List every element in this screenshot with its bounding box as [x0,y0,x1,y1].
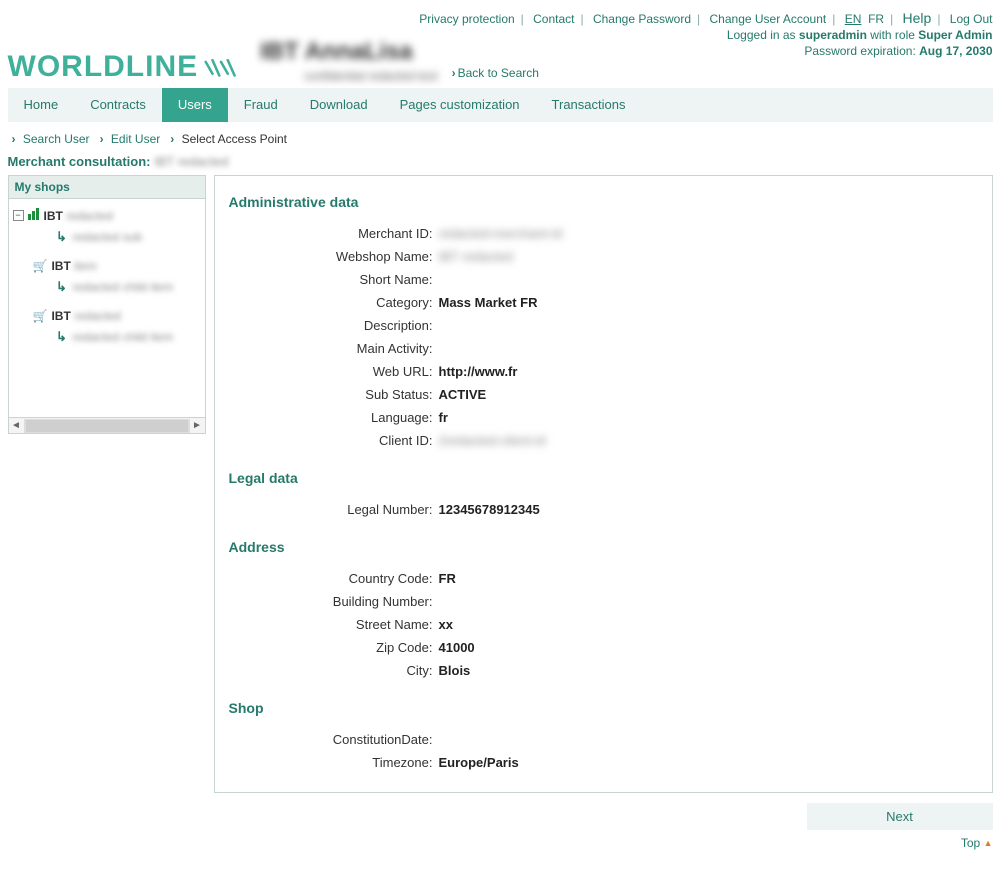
worldline-logo: WORLDLINE [8,50,239,84]
language-value: fr [439,410,448,425]
category-value: Mass Market FR [439,295,538,310]
tree-horizontal-scrollbar[interactable]: ◄ ► [9,417,205,433]
section-address: Address [229,539,978,555]
change-password-link[interactable]: Change Password [593,12,691,26]
tree-shop-node[interactable]: 🛒 IBT item [13,256,201,276]
cart-icon: 🛒 [33,309,48,323]
field-label: Category: [229,295,439,310]
web-url-value: http://www.fr [439,364,518,379]
back-to-search-link[interactable]: Back to Search [458,66,539,80]
chevron-right-icon: › [452,66,456,80]
privacy-link[interactable]: Privacy protection [419,12,514,26]
field-label: Zip Code: [229,640,439,655]
field-label: Webshop Name: [229,249,439,264]
help-link[interactable]: Help [903,10,932,26]
field-label: Building Number: [229,594,439,609]
client-id-value: 2redacted-client-id [439,433,546,448]
contact-link[interactable]: Contact [533,12,574,26]
top-utility-links: Privacy protection| Contact| Change Pass… [8,8,993,28]
back-to-top-link[interactable]: Top ▲ [961,836,993,850]
tree-shop-node[interactable]: 🛒 IBT redacted [13,306,201,326]
webshop-name-value: IBT redacted [439,249,513,264]
details-panel: Administrative data Merchant ID:redacted… [214,175,993,793]
cart-icon: 🛒 [33,259,48,273]
chevron-right-icon: › [12,132,16,146]
tab-transactions[interactable]: Transactions [536,88,642,122]
chart-bars-icon [28,208,40,223]
field-label: Sub Status: [229,387,439,402]
tab-download[interactable]: Download [294,88,384,122]
zip-code-value: 41000 [439,640,475,655]
field-label: Country Code: [229,571,439,586]
field-label: Description: [229,318,439,333]
tab-users[interactable]: Users [162,88,228,122]
breadcrumb: › Search User › Edit User › Select Acces… [8,122,993,154]
section-shop: Shop [229,700,978,716]
field-label: Short Name: [229,272,439,287]
next-button[interactable]: Next [807,803,993,830]
tree-branch-icon: ↳ [55,279,69,295]
section-administrative-data: Administrative data [229,194,978,210]
field-label: Web URL: [229,364,439,379]
page-user-subtitle: confidential redacted text [304,69,437,83]
breadcrumb-edit-user[interactable]: Edit User [111,132,160,146]
lang-en-link[interactable]: EN [845,12,862,26]
field-label: Legal Number: [229,502,439,517]
legal-number-value: 12345678912345 [439,502,540,517]
sub-status-value: ACTIVE [439,387,487,402]
breadcrumb-current: Select Access Point [182,132,287,146]
tree-root-node[interactable]: − IBT redacted [13,205,201,226]
field-label: Language: [229,410,439,425]
triangle-up-icon: ▲ [984,838,993,848]
tab-pages-customization[interactable]: Pages customization [384,88,536,122]
tree-child-node[interactable]: ↳ redacted sub [13,226,201,248]
scroll-right-arrow-icon[interactable]: ► [189,419,205,433]
timezone-value: Europe/Paris [439,755,519,770]
field-label: ConstitutionDate: [229,732,439,747]
merchant-id-value: redacted-merchant-id [439,226,563,241]
city-value: Blois [439,663,471,678]
tree-child-node[interactable]: ↳ redacted child item [13,276,201,298]
tree-branch-icon: ↳ [55,329,69,345]
breadcrumb-search-user[interactable]: Search User [23,132,90,146]
logout-link[interactable]: Log Out [950,12,993,26]
my-shops-panel: My shops − IBT redacted ↳ redacted sub 🛒… [8,175,206,434]
section-legal-data: Legal data [229,470,978,486]
collapse-icon[interactable]: − [13,210,24,221]
tab-fraud[interactable]: Fraud [228,88,294,122]
lang-fr-link[interactable]: FR [868,12,884,26]
scroll-left-arrow-icon[interactable]: ◄ [9,419,25,433]
chevron-right-icon: › [170,132,174,146]
my-shops-header: My shops [9,176,205,199]
tree-branch-icon: ↳ [55,229,69,245]
field-label: Main Activity: [229,341,439,356]
tab-home[interactable]: Home [8,88,75,122]
field-label: Timezone: [229,755,439,770]
main-navbar: Home Contracts Users Fraud Download Page… [8,88,993,122]
field-label: Client ID: [229,433,439,448]
chevron-right-icon: › [100,132,104,146]
merchant-consultation-line: Merchant consultation: IBT redacted [8,154,993,175]
field-label: City: [229,663,439,678]
country-code-value: FR [439,571,456,586]
street-name-value: xx [439,617,453,632]
logo-waves-icon [204,56,238,78]
tree-child-node[interactable]: ↳ redacted child item [13,326,201,348]
change-account-link[interactable]: Change User Account [710,12,827,26]
field-label: Street Name: [229,617,439,632]
page-user-title: IBT AnnaLisa [260,38,992,66]
field-label: Merchant ID: [229,226,439,241]
tab-contracts[interactable]: Contracts [74,88,162,122]
